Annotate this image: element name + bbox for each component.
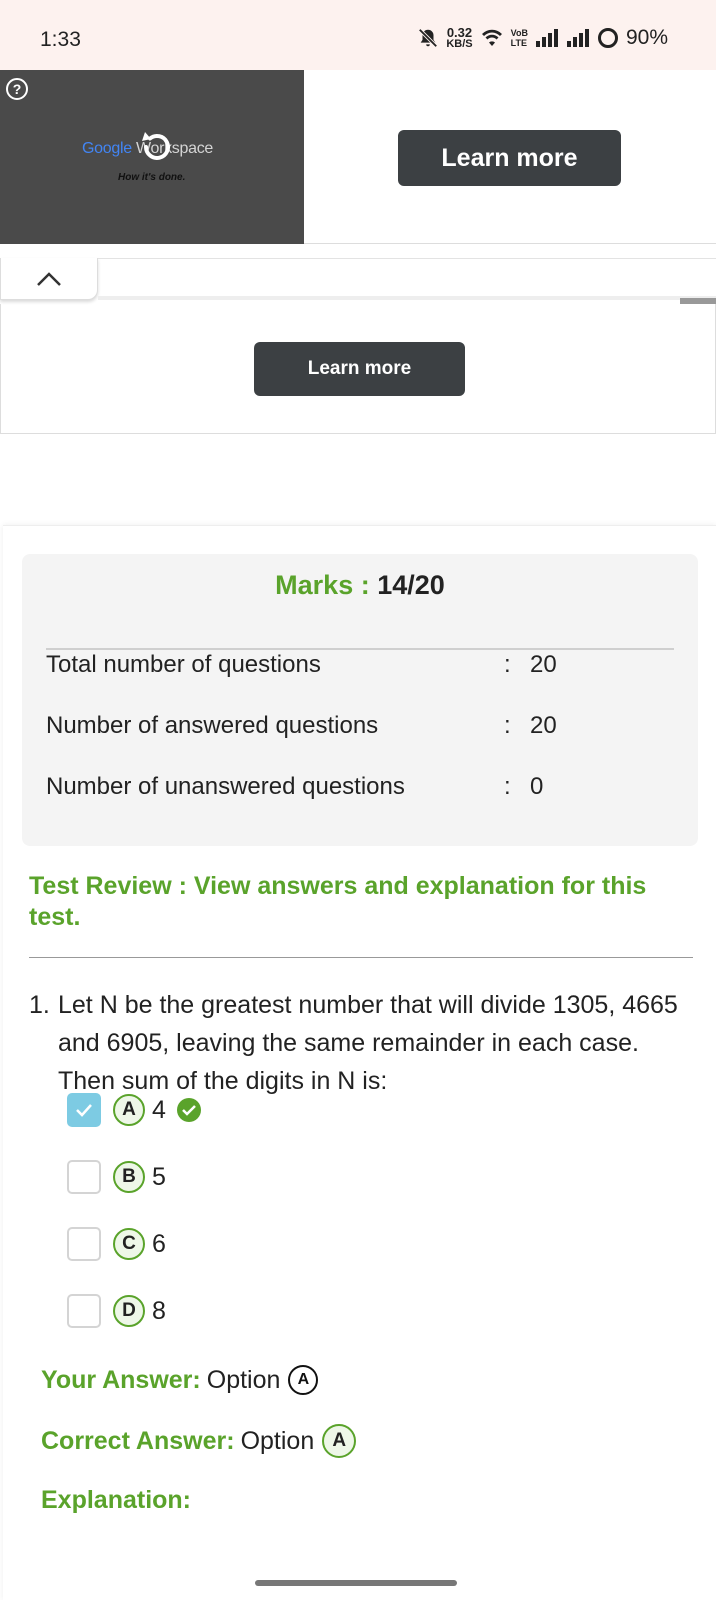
signal-icon-2 bbox=[566, 29, 589, 47]
gesture-nav-handle[interactable] bbox=[255, 1580, 457, 1586]
status-bar: 1:33 0.32 KB/S VoB LTE 90% bbox=[0, 0, 716, 70]
learn-more-button-top[interactable]: Learn more bbox=[398, 130, 621, 186]
option-text: 6 bbox=[152, 1229, 166, 1258]
option-d[interactable]: D 8 bbox=[67, 1293, 166, 1329]
chevron-up-icon bbox=[37, 271, 61, 286]
help-icon[interactable]: ? bbox=[6, 78, 28, 100]
your-answer-label: Your Answer: bbox=[41, 1365, 201, 1394]
battery-percent: 90% bbox=[625, 26, 668, 49]
volte-bottom: LTE bbox=[510, 38, 527, 48]
explanation: Explanation: bbox=[41, 1486, 191, 1515]
marks-label: Marks : bbox=[275, 570, 370, 600]
stat-label: Total number of questions bbox=[46, 651, 321, 678]
correct-answer: Correct Answer: Option A bbox=[41, 1424, 357, 1458]
network-speed: 0.32 KB/S bbox=[446, 26, 472, 50]
check-icon bbox=[76, 1104, 92, 1117]
option-letter: A bbox=[113, 1094, 145, 1126]
question-number: 1. bbox=[29, 991, 50, 1019]
ad-tagline: How it's done. bbox=[118, 172, 186, 183]
marks-title: Marks : 14/20 bbox=[22, 570, 698, 601]
collapse-ad-button[interactable] bbox=[0, 258, 98, 300]
status-icons: 0.32 KB/S VoB LTE 90% bbox=[417, 26, 668, 50]
marks-divider bbox=[46, 648, 674, 650]
correct-answer-label: Correct Answer: bbox=[41, 1426, 235, 1455]
signal-icon bbox=[535, 29, 558, 47]
explanation-label: Explanation: bbox=[41, 1486, 192, 1514]
test-review-link[interactable]: Test Review : View answers and explanati… bbox=[29, 871, 689, 933]
question-text: Let N be the greatest number that will d… bbox=[58, 991, 678, 1095]
correct-answer-text: Option bbox=[240, 1426, 315, 1455]
volte-indicator: VoB LTE bbox=[511, 28, 528, 48]
result-card: Marks : 14/20 Total number of questions … bbox=[3, 525, 716, 1600]
stat-colon: : bbox=[504, 712, 511, 739]
review-divider bbox=[29, 957, 693, 958]
option-c[interactable]: C 6 bbox=[67, 1226, 166, 1262]
replay-icon[interactable] bbox=[136, 126, 178, 168]
option-text: 8 bbox=[152, 1296, 166, 1325]
marks-summary: Marks : 14/20 Total number of questions … bbox=[22, 554, 698, 846]
your-answer: Your Answer: Option A bbox=[41, 1365, 319, 1395]
your-answer-text: Option bbox=[206, 1365, 281, 1394]
stat-colon: : bbox=[504, 773, 511, 800]
wifi-icon bbox=[481, 29, 502, 46]
brand-google: Google bbox=[82, 140, 132, 157]
option-checkbox[interactable] bbox=[67, 1227, 101, 1261]
correct-check-icon bbox=[176, 1098, 201, 1122]
stat-value: 20 bbox=[530, 651, 557, 678]
option-checkbox[interactable] bbox=[67, 1093, 101, 1127]
option-text: 5 bbox=[152, 1162, 166, 1191]
stat-label: Number of unanswered questions bbox=[46, 773, 405, 800]
battery-ring-icon bbox=[597, 28, 618, 48]
stat-value: 20 bbox=[530, 712, 557, 739]
option-text: 4 bbox=[152, 1095, 166, 1124]
ad-banner-top[interactable]: ? Google Workspace How it's done. Learn … bbox=[0, 70, 716, 244]
stat-colon: : bbox=[504, 651, 511, 678]
stat-value: 0 bbox=[530, 773, 544, 800]
option-letter: C bbox=[113, 1228, 145, 1260]
option-checkbox[interactable] bbox=[67, 1294, 101, 1328]
option-a[interactable]: A 4 bbox=[67, 1092, 202, 1128]
option-letter: B bbox=[113, 1161, 145, 1193]
stat-label: Number of answered questions bbox=[46, 712, 379, 739]
option-checkbox[interactable] bbox=[67, 1160, 101, 1194]
network-speed-unit: KB/S bbox=[446, 38, 473, 50]
bell-muted-icon bbox=[418, 28, 438, 48]
status-time: 1:33 bbox=[40, 28, 81, 51]
ad-collapse-bar bbox=[98, 258, 716, 300]
option-b[interactable]: B 5 bbox=[67, 1159, 166, 1195]
ad-banner-bottom[interactable]: Learn more bbox=[0, 304, 716, 434]
correct-answer-letter: A bbox=[322, 1424, 357, 1458]
volte-top: VoB bbox=[510, 28, 528, 38]
your-answer-letter: A bbox=[288, 1365, 319, 1395]
ad-video[interactable]: ? Google Workspace How it's done. bbox=[0, 70, 304, 244]
learn-more-button-bottom[interactable]: Learn more bbox=[254, 342, 465, 396]
marks-value: 14/20 bbox=[377, 570, 445, 600]
option-letter: D bbox=[113, 1295, 145, 1327]
